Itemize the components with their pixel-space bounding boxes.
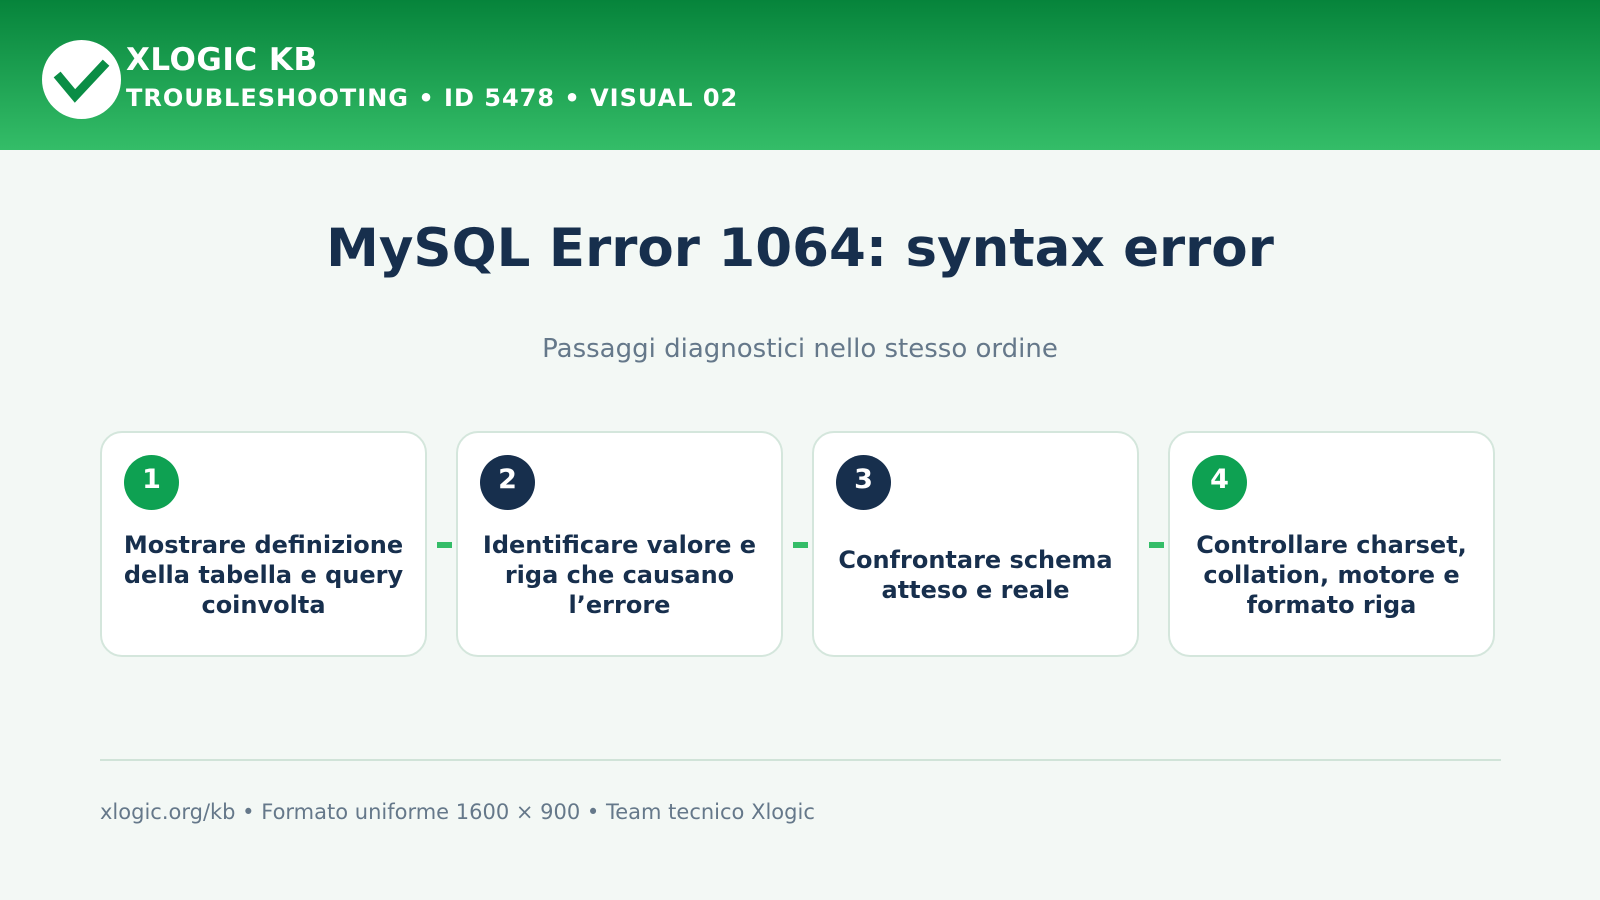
- step-text: Controllare charset, collation, motore e…: [1196, 531, 1467, 619]
- step-connector: [437, 542, 452, 548]
- step-number-badge: 1: [124, 455, 179, 510]
- step-text: Identificare valore e riga che causano l…: [482, 531, 757, 619]
- step-number-badge: 4: [1192, 455, 1247, 510]
- step-card-1: 1 Mostrare definizione della tabella e q…: [100, 431, 427, 657]
- step-card-3: 3 Confrontare schema atteso e reale: [812, 431, 1139, 657]
- brand-title: XLOGIC KB: [126, 42, 318, 78]
- header-banner: XLOGIC KB TROUBLESHOOTING • ID 5478 • VI…: [0, 0, 1600, 150]
- logo: [42, 40, 121, 119]
- page-title: MySQL Error 1064: syntax error: [326, 218, 1274, 279]
- brand-subtitle: TROUBLESHOOTING • ID 5478 • VISUAL 02: [126, 84, 739, 112]
- step-connector: [1149, 542, 1164, 548]
- footer-text: xlogic.org/kb • Formato uniforme 1600 × …: [100, 800, 815, 824]
- checkmark-icon: [53, 59, 110, 103]
- step-number-badge: 2: [480, 455, 535, 510]
- step-number-badge: 3: [836, 455, 891, 510]
- step-card-2: 2 Identificare valore e riga che causano…: [456, 431, 783, 657]
- step-card-4: 4 Controllare charset, collation, motore…: [1168, 431, 1495, 657]
- page-subtitle: Passaggi diagnostici nello stesso ordine: [542, 334, 1058, 364]
- footer-divider: [100, 759, 1501, 761]
- step-connector: [793, 542, 808, 548]
- step-text: Mostrare definizione della tabella e que…: [123, 531, 404, 619]
- step-text: Confrontare schema atteso e reale: [838, 546, 1113, 604]
